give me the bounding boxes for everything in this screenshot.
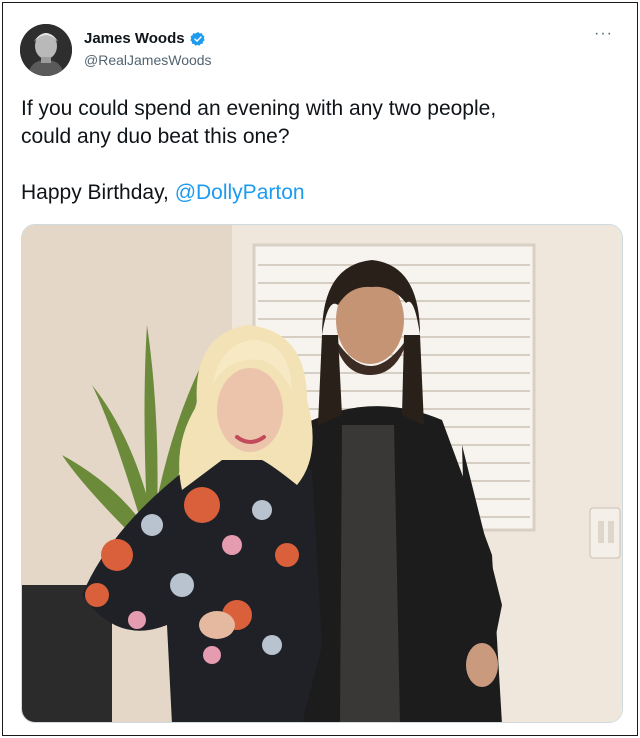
mention-link[interactable]: @DollyParton [175, 181, 305, 204]
author-handle[interactable]: @RealJamesWoods [84, 52, 212, 68]
avatar-photo [20, 24, 72, 76]
tweet-text: If you could spend an evening with any t… [21, 95, 621, 207]
tweet-birthday-line: Happy Birthday, @DollyParton [21, 179, 621, 207]
author-name-row[interactable]: James Woods [84, 30, 206, 47]
tweet-line-1: If you could spend an evening with any t… [21, 97, 497, 120]
tweet-paragraph-gap [21, 151, 621, 179]
author-display-name[interactable]: James Woods [84, 30, 185, 47]
photo-illustration [22, 225, 622, 722]
tweet-card: James Woods @RealJamesWoods ··· If you c… [2, 2, 638, 736]
tweet-line-2: could any duo beat this one? [21, 125, 290, 148]
verified-badge-icon [189, 31, 205, 46]
birthday-text: Happy Birthday, [21, 181, 175, 204]
tweet-photo[interactable] [21, 224, 623, 723]
avatar[interactable] [20, 24, 72, 76]
more-options-icon[interactable]: ··· [594, 25, 613, 43]
